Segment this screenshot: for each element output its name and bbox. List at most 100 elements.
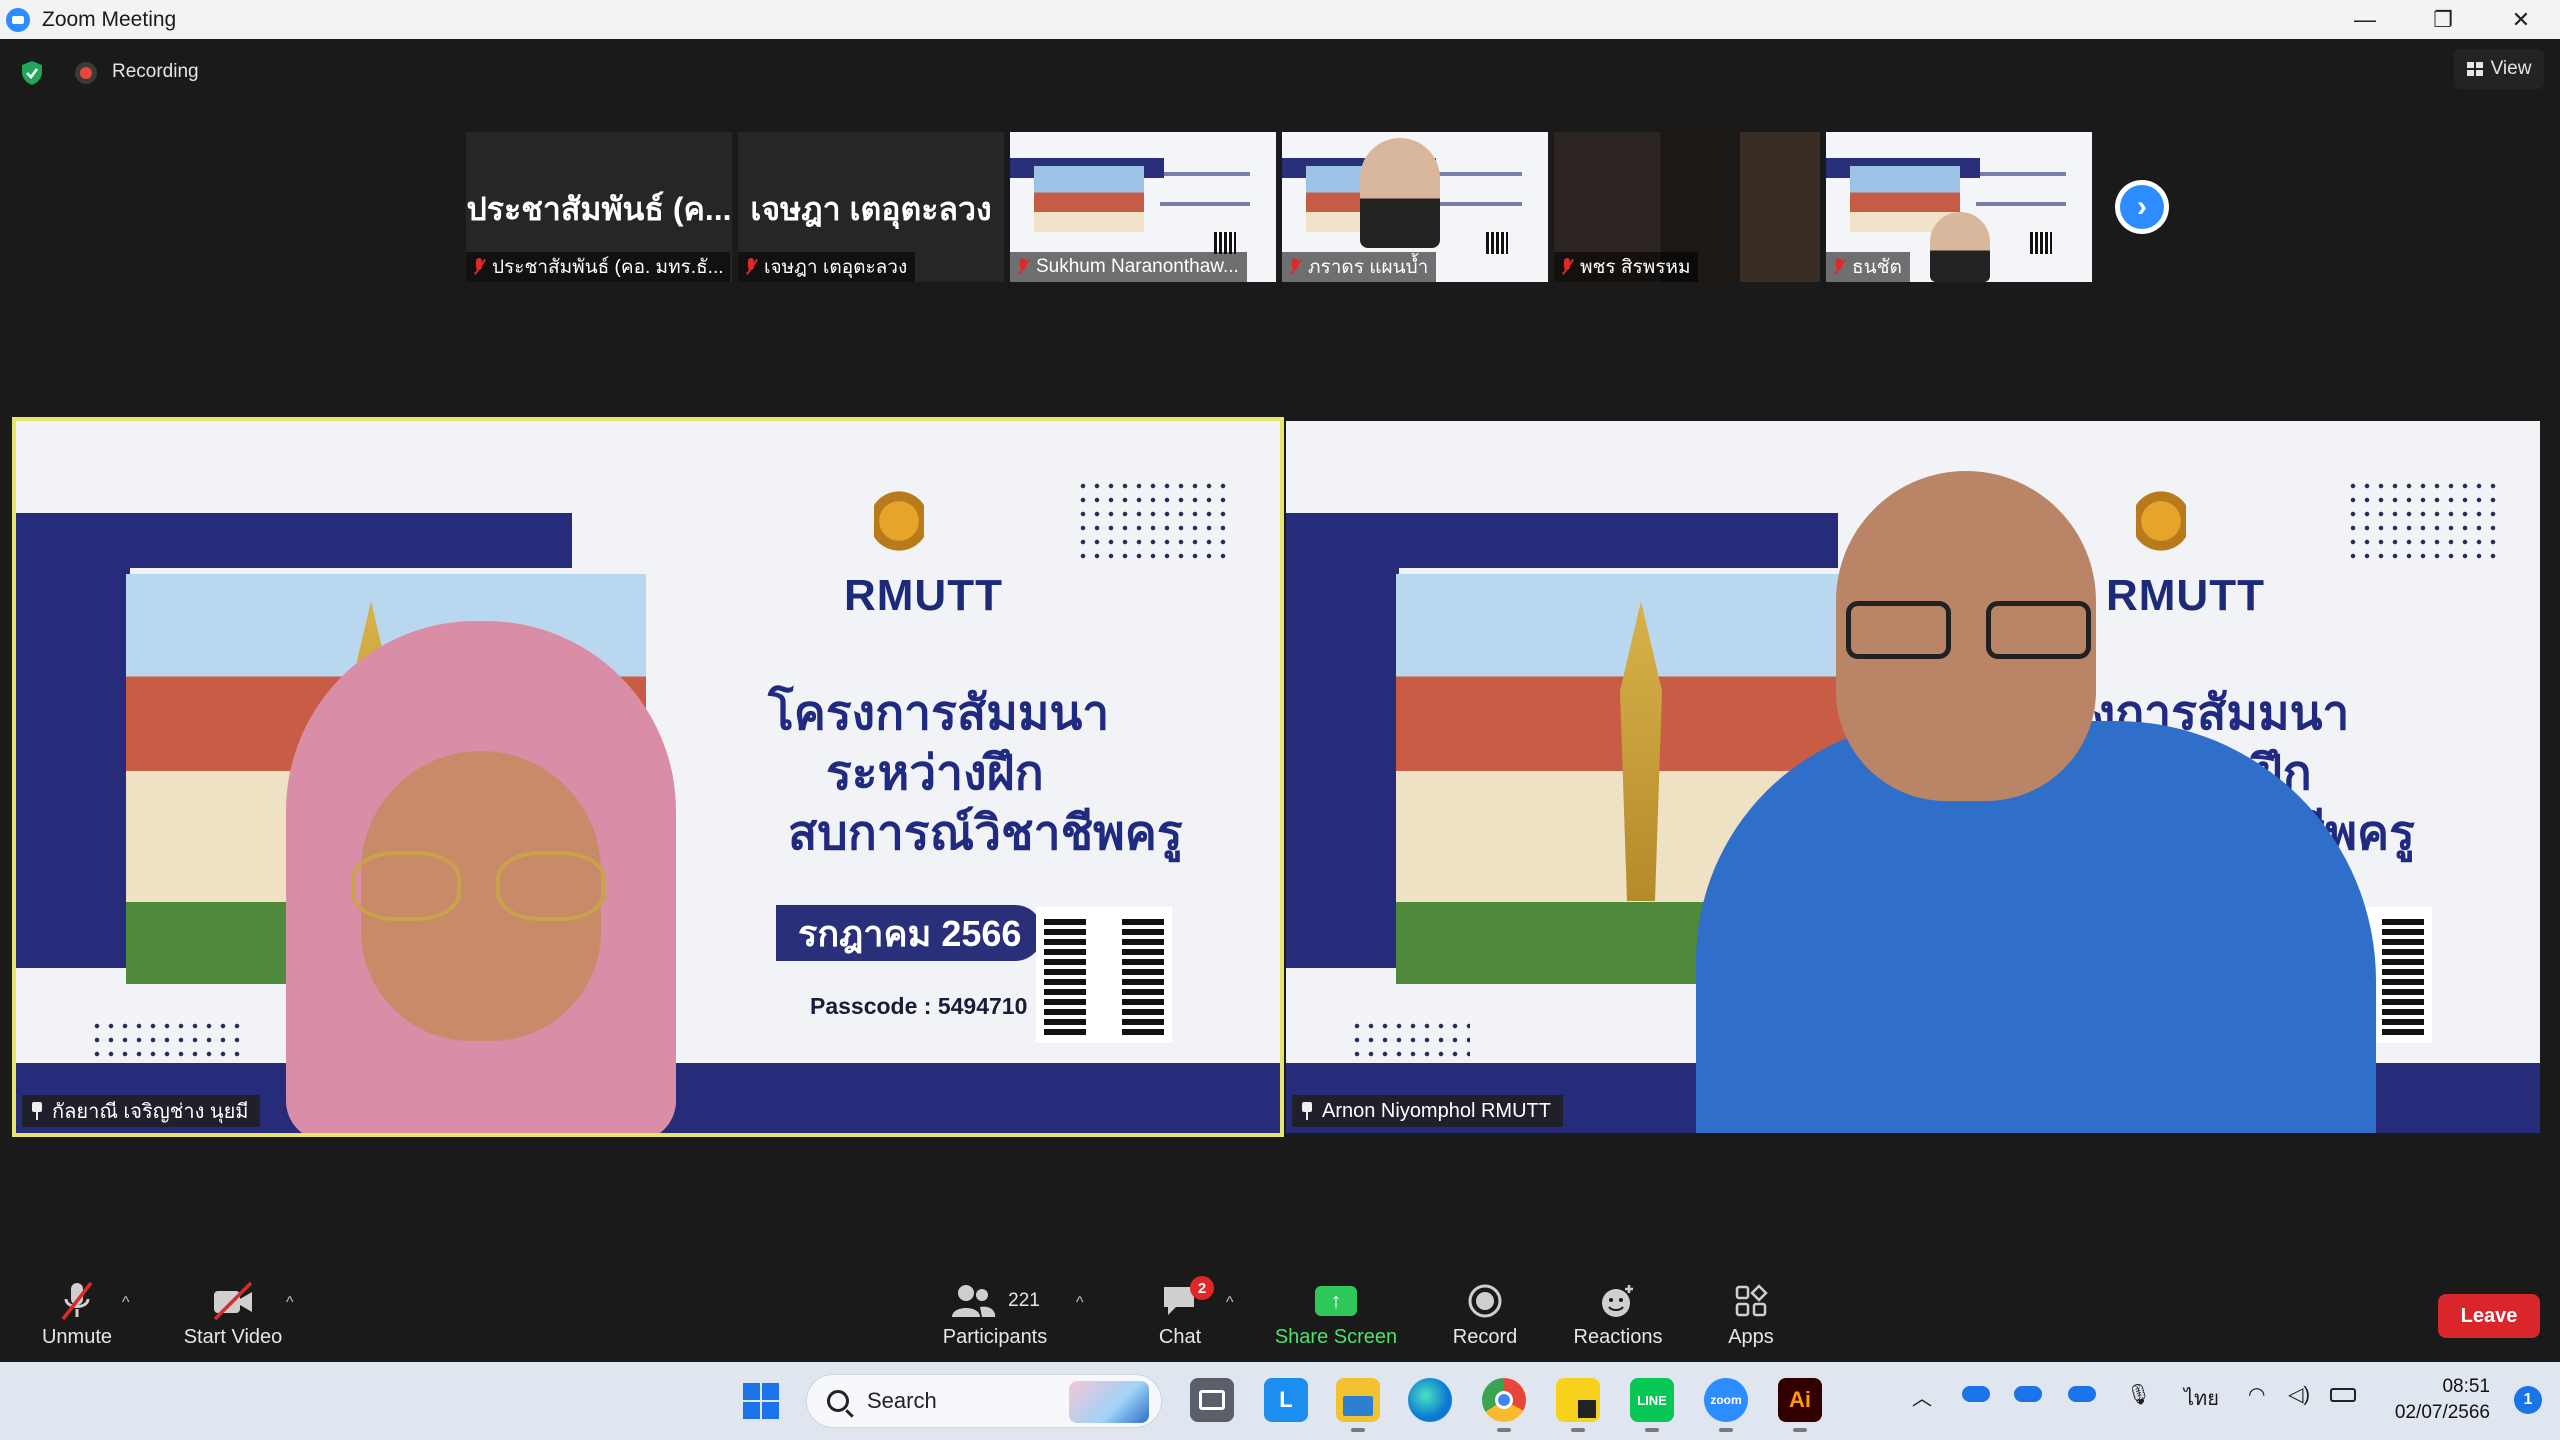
sticky-notes-icon[interactable] (1556, 1378, 1600, 1422)
qr-code (1036, 907, 1172, 1043)
chrome-browser-icon[interactable] (1482, 1378, 1526, 1422)
participant-person (1930, 212, 1990, 282)
running-indicator (1571, 1428, 1585, 1432)
participant-thumbnail[interactable]: ภราดร แผนบ้ำ (1282, 132, 1548, 282)
slide-date: รกฎาคม 2566 (776, 905, 1044, 961)
rmutt-logo: RMUTT (844, 461, 1002, 621)
slide-dots-decor (1076, 479, 1226, 559)
running-indicator (1719, 1428, 1733, 1432)
chevron-right-icon: › (2120, 185, 2164, 229)
restore-button[interactable]: ❐ (2404, 0, 2482, 39)
video-off-icon (213, 1281, 253, 1321)
apps-button[interactable]: Apps (1722, 1278, 1780, 1358)
participant-name: ภราดร แผนบ้ำ (1308, 257, 1429, 278)
chat-caret-icon[interactable]: ^ (1226, 1294, 1234, 1312)
next-page-button[interactable]: › (2115, 180, 2169, 234)
illustrator-app-icon[interactable]: Ai (1778, 1378, 1822, 1422)
line-app-icon[interactable]: LINE (1630, 1378, 1674, 1422)
wifi-icon[interactable]: ◠ (2248, 1382, 2265, 1407)
chat-label: Chat (1158, 1326, 1202, 1348)
minimize-button[interactable]: — (2326, 0, 2404, 39)
slide-headline-line2: ระหว่างฝึก (826, 745, 1044, 801)
meeting-top-bar: Recording View (0, 39, 2560, 104)
mic-muted-icon (1560, 257, 1574, 277)
taskbar-clock[interactable]: 08:51 02/07/2566 (2395, 1374, 2490, 1426)
file-explorer-icon[interactable] (1336, 1378, 1380, 1422)
input-language[interactable]: ไทย (2184, 1382, 2219, 1414)
close-button[interactable]: ✕ (2482, 0, 2560, 39)
task-view-icon[interactable] (1190, 1378, 1234, 1422)
participant-name-bar: เจษฎา เตอุตะลวง (738, 252, 916, 282)
participant-name: ธนชัต (1852, 257, 1902, 278)
video-name-bar: กัลยาณี เจริญช่าง นุยมี (22, 1095, 261, 1127)
taskbar-search-box[interactable]: Search (806, 1374, 1162, 1428)
onedrive-icon[interactable] (2068, 1386, 2096, 1402)
share-screen-button[interactable]: ↑ Share Screen (1274, 1278, 1398, 1358)
slide-headline-line3: สบการณ์วิชาชีพครู (788, 805, 1183, 861)
participant-person (1360, 138, 1440, 248)
start-video-button[interactable]: Start Video (178, 1278, 288, 1358)
running-indicator (1645, 1428, 1659, 1432)
participant-display-name: ประชาสัมพันธ์ (ค... (466, 191, 732, 227)
video-options-caret-icon[interactable]: ^ (286, 1294, 294, 1312)
onedrive-icon[interactable] (2014, 1386, 2042, 1402)
view-button[interactable]: View (2454, 49, 2544, 89)
participant-thumbnail[interactable]: เจษฎา เตอุตะลวง เจษฎา เตอุตะลวง (738, 132, 1004, 282)
participants-caret-icon[interactable]: ^ (1076, 1294, 1084, 1312)
recording-label: Recording (112, 61, 199, 82)
battery-icon[interactable] (2330, 1388, 2356, 1402)
unmute-label: Unmute (41, 1326, 113, 1348)
apps-icon (1735, 1284, 1768, 1317)
participant-thumbnail[interactable]: ธนชัต (1826, 132, 2092, 282)
lightshot-app-icon[interactable]: L (1264, 1378, 1308, 1422)
running-indicator (1793, 1428, 1807, 1432)
mic-muted-icon (61, 1281, 93, 1321)
slide-passcode: Passcode : 5494710 (810, 993, 1028, 1019)
microphone-tray-icon[interactable]: 🎙 (2126, 1382, 2151, 1407)
windows-start-icon[interactable] (742, 1382, 780, 1420)
chat-button[interactable]: 2 Chat (1150, 1276, 1214, 1358)
recording-icon[interactable] (75, 62, 97, 84)
video-name-bar: Arnon Niyomphol RMUTT (1292, 1095, 1563, 1127)
mic-muted-icon (1288, 257, 1302, 277)
video-tile-active-speaker[interactable]: RMUTT โครงการสัมมนา ระหว่างฝึก สบการณ์วิ… (12, 417, 1284, 1137)
participant-person (1696, 471, 2396, 1133)
participants-button[interactable]: 221 Participants (938, 1278, 1052, 1358)
notification-badge[interactable]: 1 (2514, 1386, 2542, 1414)
volume-icon[interactable]: ◁) (2288, 1382, 2310, 1407)
meeting-controls-toolbar: Unmute ^ Start Video ^ 221 Participants … (0, 1270, 2560, 1362)
running-indicator (1351, 1428, 1365, 1432)
participant-person (246, 621, 716, 1133)
onedrive-icon[interactable] (1962, 1386, 1990, 1402)
participant-name: พชร สิรพรหม (1580, 257, 1691, 278)
record-button[interactable]: Record (1450, 1278, 1520, 1358)
participant-thumbnail[interactable]: Sukhum Naranonthaw... (1010, 132, 1276, 282)
slide-headline-line1: โครงการสัมมนา (768, 685, 1110, 741)
participants-label: Participants (942, 1326, 1048, 1348)
clock-date: 02/07/2566 (2394, 1402, 2490, 1423)
video-tile[interactable]: RMUTT รงการสัมมนา ระหว่างฝึก รณ์วิชาชีพค… (1286, 421, 2540, 1133)
participant-name-bar: พชร สิรพรหม (1554, 252, 1699, 282)
leave-button[interactable]: Leave (2438, 1294, 2540, 1338)
running-indicator (1497, 1428, 1511, 1432)
clock-time: 08:51 (2442, 1376, 2490, 1397)
participant-name: ประชาสัมพันธ์ (คอ. มทร.ธั... (492, 257, 724, 278)
chat-unread-badge: 2 (1190, 1276, 1214, 1300)
grid-view-icon (2466, 62, 2483, 76)
reactions-button[interactable]: Reactions (1572, 1278, 1664, 1358)
zoom-app-icon[interactable]: zoom (1704, 1378, 1748, 1422)
search-highlight-image (1069, 1381, 1149, 1423)
participant-thumbnail[interactable]: พชร สิรพรหม (1554, 132, 1820, 282)
slide-decor (1286, 568, 1399, 968)
slide-dots-decor (1350, 1019, 1470, 1059)
edge-browser-icon[interactable] (1408, 1378, 1452, 1422)
tray-overflow-chevron-icon[interactable]: ︿ (1912, 1382, 1932, 1411)
participant-thumbnail[interactable]: ประชาสัมพันธ์ (ค... ประชาสัมพันธ์ (คอ. ม… (466, 132, 732, 282)
participant-display-name: เจษฎา เตอุตะลวง (750, 191, 992, 227)
audio-options-caret-icon[interactable]: ^ (122, 1294, 130, 1312)
participant-name: Sukhum Naranonthaw... (1036, 256, 1239, 277)
pin-icon (30, 1102, 44, 1120)
mic-muted-icon (472, 257, 486, 277)
unmute-button[interactable]: Unmute (36, 1278, 118, 1358)
security-shield-icon[interactable] (20, 60, 44, 86)
